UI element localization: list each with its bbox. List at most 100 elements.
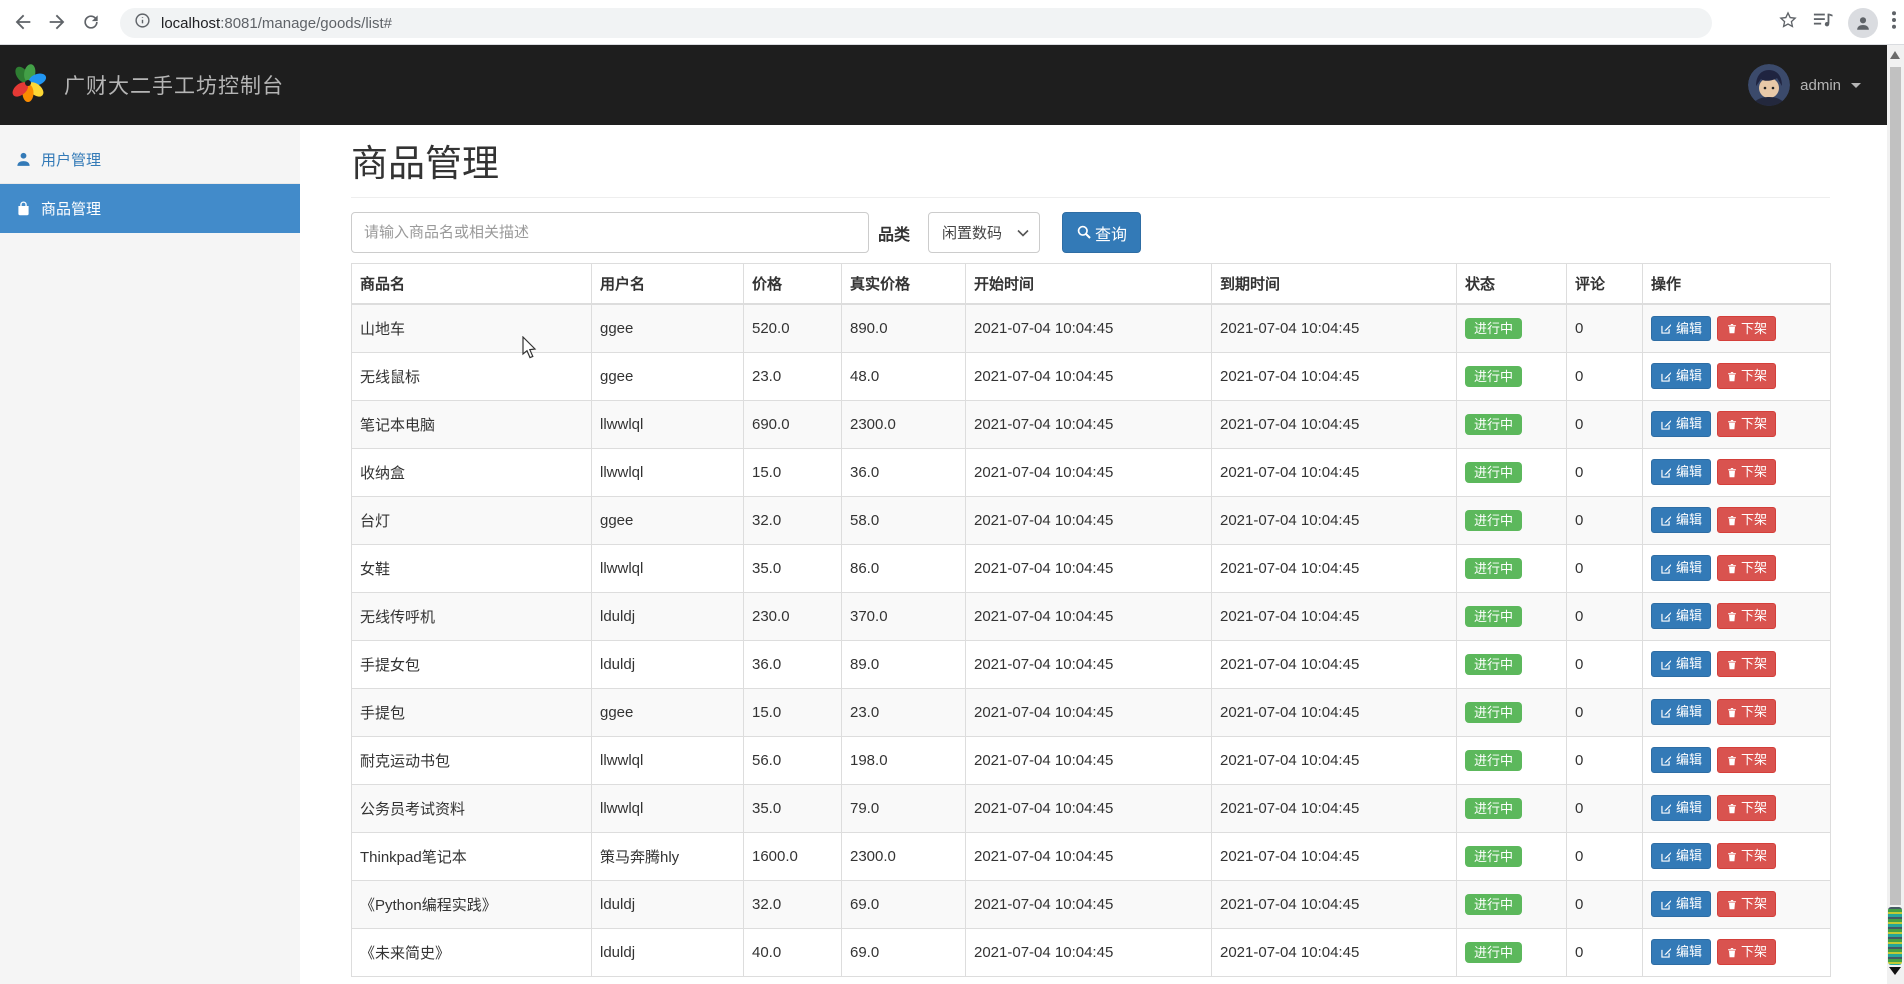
edit-button[interactable]: 编辑 [1651,363,1711,389]
edit-icon [1660,466,1673,479]
browser-forward-icon[interactable] [40,5,74,39]
goods-table: 商品名 用户名 价格 真实价格 开始时间 到期时间 状态 评论 操作 山地车 g… [351,263,1831,977]
edit-button[interactable]: 编辑 [1651,603,1711,629]
edit-button[interactable]: 编辑 [1651,555,1711,581]
goods-name: 《未来简史》 [352,928,592,976]
remove-button[interactable]: 下架 [1717,747,1776,773]
comment-count: 0 [1567,592,1643,640]
user-menu[interactable]: admin [1748,45,1861,125]
remove-button[interactable]: 下架 [1717,795,1776,821]
browser-profile-icon[interactable] [1848,8,1878,38]
remove-button[interactable]: 下架 [1717,843,1776,869]
remove-button[interactable]: 下架 [1717,651,1776,677]
real-price: 890.0 [842,304,966,352]
sidebar-item-users[interactable]: 用户管理 [0,135,300,184]
end-time: 2021-07-04 10:04:45 [1212,400,1457,448]
bookmark-star-icon[interactable] [1778,10,1798,35]
page-info-icon[interactable] [134,12,151,34]
search-button[interactable]: 查询 [1062,212,1141,253]
remove-button-label: 下架 [1741,704,1767,720]
start-time: 2021-07-04 10:04:45 [966,784,1212,832]
remove-button-label: 下架 [1741,848,1767,864]
sidebar-item-label: 用户管理 [41,149,101,170]
comment-count: 0 [1567,448,1643,496]
browser-reload-icon[interactable] [74,5,108,39]
real-price: 69.0 [842,880,966,928]
remove-button[interactable]: 下架 [1717,316,1776,342]
header-operations: 操作 [1643,264,1831,305]
goods-name: 山地车 [352,304,592,352]
remove-button[interactable]: 下架 [1717,411,1776,437]
real-price: 36.0 [842,448,966,496]
address-bar[interactable]: localhost:8081/manage/goods/list# [120,8,1712,38]
edit-button[interactable]: 编辑 [1651,891,1711,917]
category-select[interactable]: 闲置数码 [928,212,1040,253]
real-price: 23.0 [842,688,966,736]
edit-button[interactable]: 编辑 [1651,316,1711,342]
browser-back-icon[interactable] [6,5,40,39]
remove-button[interactable]: 下架 [1717,507,1776,533]
sidebar-item-label: 商品管理 [41,198,101,219]
end-time: 2021-07-04 10:04:45 [1212,784,1457,832]
main-content: 商品管理 品类 闲置数码 查询 商品名 用户名 价格 [300,125,1887,984]
sidebar: 用户管理 商品管理 [0,125,300,984]
edit-button[interactable]: 编辑 [1651,411,1711,437]
status-badge: 进行中 [1465,750,1522,771]
user-name: llwwlql [592,448,744,496]
trash-icon [1726,754,1738,767]
end-time: 2021-07-04 10:04:45 [1212,448,1457,496]
start-time: 2021-07-04 10:04:45 [966,736,1212,784]
edit-button-label: 编辑 [1676,848,1702,864]
goods-name: 耐克运动书包 [352,736,592,784]
scrollbar-up-icon[interactable] [1890,51,1900,59]
sidebar-item-goods[interactable]: 商品管理 [0,184,300,233]
remove-button[interactable]: 下架 [1717,459,1776,485]
edit-button[interactable]: 编辑 [1651,843,1711,869]
remove-button[interactable]: 下架 [1717,363,1776,389]
edit-icon [1660,754,1673,767]
edit-button[interactable]: 编辑 [1651,507,1711,533]
edit-button-label: 编辑 [1676,464,1702,480]
page-scrollbar[interactable] [1887,45,1904,984]
user-caret-icon [1851,83,1861,88]
edit-icon [1660,802,1673,815]
trash-icon [1726,658,1738,671]
price: 15.0 [744,688,842,736]
scrollbar-down-icon[interactable] [1889,967,1901,975]
reading-list-icon[interactable] [1812,10,1834,35]
edit-icon [1660,898,1673,911]
remove-button[interactable]: 下架 [1717,603,1776,629]
remove-button[interactable]: 下架 [1717,699,1776,725]
edit-button[interactable]: 编辑 [1651,747,1711,773]
edit-button[interactable]: 编辑 [1651,795,1711,821]
end-time: 2021-07-04 10:04:45 [1212,880,1457,928]
header-status: 状态 [1457,264,1567,305]
remove-button[interactable]: 下架 [1717,891,1776,917]
edit-button[interactable]: 编辑 [1651,939,1711,965]
start-time: 2021-07-04 10:04:45 [966,592,1212,640]
real-price: 198.0 [842,736,966,784]
trash-icon [1726,706,1738,719]
price: 520.0 [744,304,842,352]
search-input[interactable] [351,212,869,253]
status-badge: 进行中 [1465,414,1522,435]
browser-menu-icon[interactable] [1892,11,1896,34]
scrollbar-thumb[interactable] [1890,67,1901,905]
trash-icon [1726,610,1738,623]
status-badge: 进行中 [1465,942,1522,963]
start-time: 2021-07-04 10:04:45 [966,640,1212,688]
remove-button[interactable]: 下架 [1717,939,1776,965]
price: 35.0 [744,784,842,832]
search-button-label: 查询 [1095,221,1127,245]
comment-count: 0 [1567,304,1643,352]
remove-button[interactable]: 下架 [1717,555,1776,581]
table-row: 无线传呼机 lduldj 230.0 370.0 2021-07-04 10:0… [352,592,1831,640]
edit-icon [1660,370,1673,383]
edit-icon [1660,514,1673,527]
edit-button[interactable]: 编辑 [1651,699,1711,725]
price: 40.0 [744,928,842,976]
edit-button[interactable]: 编辑 [1651,459,1711,485]
user-name: 策马奔腾hly [592,832,744,880]
user-name: ggee [592,688,744,736]
edit-button[interactable]: 编辑 [1651,651,1711,677]
